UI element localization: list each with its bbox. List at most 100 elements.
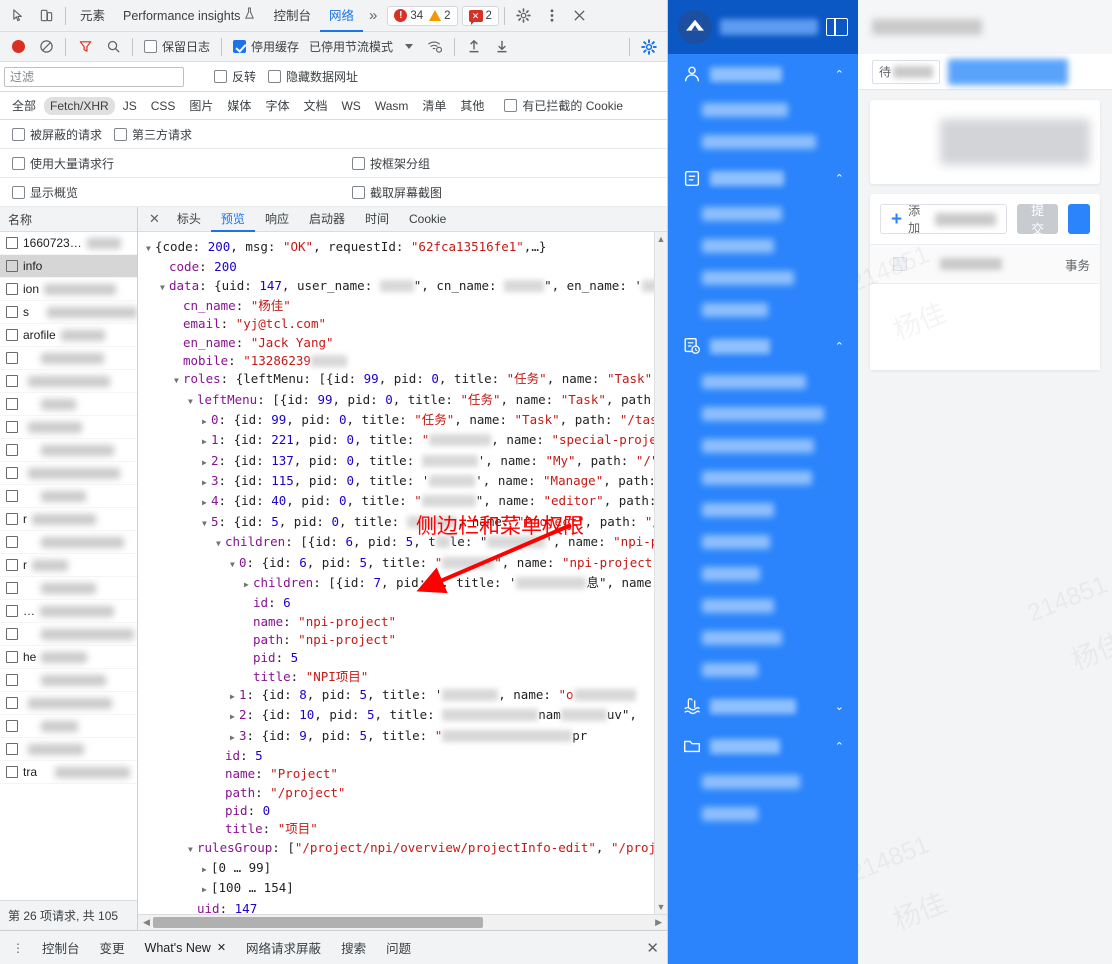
request-list-item[interactable]: s bbox=[0, 301, 137, 324]
more-options-icon[interactable] bbox=[538, 3, 566, 29]
import-har-icon[interactable] bbox=[460, 34, 488, 60]
big-request-rows-checkbox[interactable]: 使用大量请求行 bbox=[6, 155, 120, 172]
sidebar-item-2-0[interactable] bbox=[668, 366, 858, 398]
request-list-item[interactable] bbox=[0, 577, 137, 600]
request-checkbox[interactable] bbox=[6, 536, 18, 548]
request-checkbox[interactable] bbox=[6, 490, 18, 502]
json-line[interactable]: name: "Project" bbox=[146, 765, 667, 783]
json-preview-tree[interactable]: {code: 200, msg: "OK", requestId: "62fca… bbox=[138, 232, 667, 914]
type-chip-css[interactable]: CSS bbox=[145, 97, 182, 115]
request-list[interactable]: 1660723… info ion s arofile r r … he tra bbox=[0, 232, 137, 900]
group-by-frame-checkbox[interactable]: 按框架分组 bbox=[346, 155, 436, 172]
blocked-requests-checkbox[interactable]: 被屏蔽的请求 bbox=[6, 126, 108, 143]
json-line[interactable]: roles: {leftMenu: [{id: 99, pid: 0, titl… bbox=[146, 370, 667, 390]
error-counter[interactable]: ! 34 bbox=[394, 9, 423, 22]
json-line[interactable]: id: 5 bbox=[146, 747, 667, 765]
sidebar-item-2-4[interactable] bbox=[668, 494, 858, 526]
chevron-down-icon[interactable] bbox=[174, 370, 183, 390]
json-line[interactable]: 3: {id: 115, pid: 0, title: ' ', name: "M… bbox=[146, 472, 667, 492]
sidebar-item-2-2[interactable] bbox=[668, 430, 858, 462]
chevron-right-icon[interactable] bbox=[230, 706, 239, 726]
request-list-item[interactable] bbox=[0, 692, 137, 715]
chevron-right-icon[interactable] bbox=[202, 452, 211, 472]
json-horizontal-scrollbar[interactable]: ◀ ▶ bbox=[138, 914, 667, 930]
detail-tab-preview[interactable]: 预览 bbox=[211, 207, 255, 232]
request-checkbox[interactable] bbox=[6, 237, 18, 249]
request-list-item[interactable] bbox=[0, 738, 137, 761]
sidebar-item-2-7[interactable] bbox=[668, 590, 858, 622]
json-line[interactable]: [0 … 99] bbox=[146, 859, 667, 879]
json-line[interactable]: data: {uid: 147, user_name: ", cn_name: … bbox=[146, 277, 667, 297]
inspect-element-icon[interactable] bbox=[4, 3, 32, 29]
sidebar-item-1-3[interactable] bbox=[668, 294, 858, 326]
json-line[interactable]: 4: {id: 40, pid: 0, title: " ", name: "ed… bbox=[146, 492, 667, 512]
chevron-down-icon[interactable] bbox=[230, 554, 239, 574]
type-chip-ws[interactable]: WS bbox=[335, 97, 366, 115]
request-checkbox[interactable] bbox=[6, 329, 18, 341]
type-chip-font[interactable]: 字体 bbox=[259, 95, 295, 116]
invert-checkbox[interactable]: 反转 bbox=[208, 68, 262, 85]
type-chip-wasm[interactable]: Wasm bbox=[369, 97, 415, 115]
request-list-item[interactable] bbox=[0, 439, 137, 462]
request-checkbox[interactable] bbox=[6, 421, 18, 433]
request-checkbox[interactable] bbox=[6, 260, 18, 272]
chevron-right-icon[interactable] bbox=[230, 686, 239, 706]
network-settings-icon[interactable] bbox=[635, 34, 663, 60]
request-checkbox[interactable] bbox=[6, 559, 18, 571]
detail-tab-initiator[interactable]: 启动器 bbox=[299, 207, 355, 232]
request-list-item[interactable]: he bbox=[0, 646, 137, 669]
sidebar-item-0-0[interactable] bbox=[668, 94, 858, 126]
request-list-item[interactable] bbox=[0, 623, 137, 646]
json-line[interactable]: 1: {id: 221, pid: 0, title: " , name: "sp… bbox=[146, 431, 667, 451]
third-party-requests-checkbox[interactable]: 第三方请求 bbox=[108, 126, 198, 143]
throttling-select-label[interactable]: 已停用节流模式 bbox=[305, 38, 397, 55]
json-vertical-scrollbar[interactable]: ▲ ▼ bbox=[654, 232, 667, 914]
sidebar-group-4[interactable]: ⌃ bbox=[668, 726, 858, 766]
json-line[interactable]: rulesGroup: ["/project/npi/overview/proj… bbox=[146, 839, 667, 859]
scrollbar-thumb[interactable] bbox=[152, 917, 483, 928]
request-checkbox[interactable] bbox=[6, 674, 18, 686]
json-line[interactable]: pid: 0 bbox=[146, 802, 667, 820]
json-line[interactable]: path: "npi-project" bbox=[146, 631, 667, 649]
sidebar-item-1-0[interactable] bbox=[668, 198, 858, 230]
type-chip-js[interactable]: JS bbox=[117, 97, 143, 115]
detail-tab-response[interactable]: 响应 bbox=[255, 207, 299, 232]
type-chip-fetch-xhr[interactable]: Fetch/XHR bbox=[44, 96, 115, 115]
capture-screenshots-checkbox[interactable]: 截取屏幕截图 bbox=[346, 184, 448, 201]
search-icon[interactable] bbox=[99, 34, 127, 60]
hide-data-urls-checkbox[interactable]: 隐藏数据网址 bbox=[262, 68, 364, 85]
chevron-up-icon[interactable]: ⌃ bbox=[835, 68, 844, 81]
detail-tab-headers[interactable]: 标头 bbox=[167, 207, 211, 232]
request-checkbox[interactable] bbox=[6, 582, 18, 594]
chevron-right-icon[interactable] bbox=[230, 727, 239, 747]
sidebar-item-2-5[interactable] bbox=[668, 526, 858, 558]
json-line[interactable]: 0: {id: 6, pid: 5, title: " ", name: "npi… bbox=[146, 554, 667, 574]
request-checkbox[interactable] bbox=[6, 375, 18, 387]
type-chip-other[interactable]: 其他 bbox=[454, 95, 490, 116]
json-line[interactable]: 0: {id: 99, pid: 0, title: "任务", name: "… bbox=[146, 411, 667, 431]
sidebar-item-0-1[interactable] bbox=[668, 126, 858, 158]
json-line[interactable]: email: "yj@tcl.com" bbox=[146, 315, 667, 333]
drawer-more-options-icon[interactable]: ⋮ bbox=[4, 941, 32, 955]
primary-action-button[interactable] bbox=[1068, 204, 1090, 234]
request-checkbox[interactable] bbox=[6, 766, 18, 778]
json-line[interactable]: mobile: "13286239 bbox=[146, 352, 667, 370]
network-conditions-icon[interactable] bbox=[421, 34, 449, 60]
chevron-right-icon[interactable] bbox=[202, 492, 211, 512]
sidebar-item-2-9[interactable] bbox=[668, 654, 858, 686]
close-detail-icon[interactable]: ✕ bbox=[142, 211, 167, 227]
json-line[interactable]: title: "项目" bbox=[146, 820, 667, 838]
request-list-item[interactable]: … bbox=[0, 600, 137, 623]
sidebar-item-2-3[interactable] bbox=[668, 462, 858, 494]
request-checkbox[interactable] bbox=[6, 283, 18, 295]
json-line[interactable]: cn_name: "杨佳" bbox=[146, 297, 667, 315]
scroll-down-icon[interactable]: ▼ bbox=[657, 900, 666, 914]
request-checkbox[interactable] bbox=[6, 306, 18, 318]
chevron-right-icon[interactable] bbox=[202, 411, 211, 431]
blocked-cookies-checkbox[interactable]: 有已拦截的 Cookie bbox=[498, 97, 629, 114]
sidebar-group-0[interactable]: ⌃ bbox=[668, 54, 858, 94]
json-line[interactable]: id: 6 bbox=[146, 594, 667, 612]
request-list-item[interactable] bbox=[0, 370, 137, 393]
scroll-right-icon[interactable]: ▶ bbox=[652, 917, 665, 928]
request-checkbox[interactable] bbox=[6, 628, 18, 640]
